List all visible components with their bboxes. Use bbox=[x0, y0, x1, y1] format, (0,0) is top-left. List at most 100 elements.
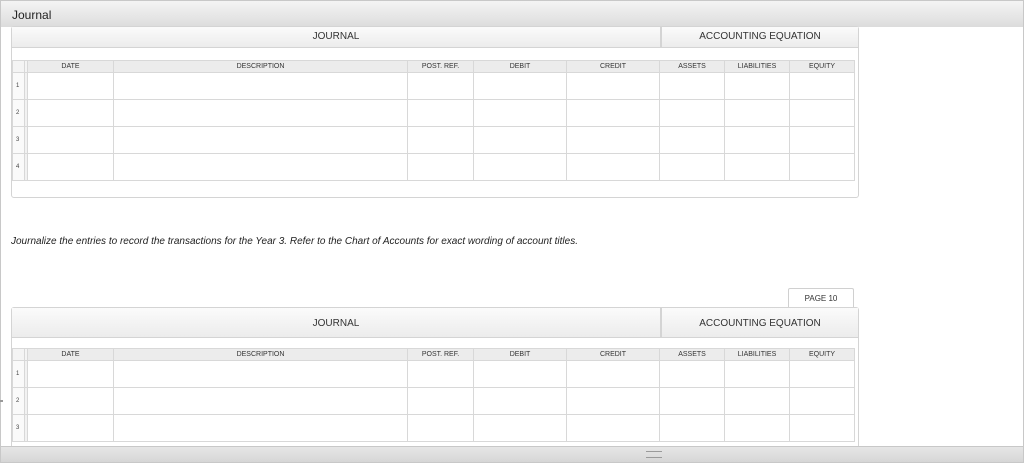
description-cell[interactable] bbox=[113, 387, 408, 415]
row-number: 1 bbox=[12, 360, 25, 388]
date-cell[interactable] bbox=[27, 387, 114, 415]
post-ref-cell[interactable] bbox=[407, 72, 474, 100]
description-cell[interactable] bbox=[113, 414, 408, 442]
row-number: 3 bbox=[12, 126, 25, 154]
window-left-border bbox=[0, 26, 1, 446]
instruction-text: Journalize the entries to record the tra… bbox=[11, 236, 578, 247]
credit-cell[interactable] bbox=[566, 72, 660, 100]
debit-cell[interactable] bbox=[473, 126, 567, 154]
liabilities-cell[interactable] bbox=[724, 360, 790, 388]
date-cell[interactable] bbox=[27, 153, 114, 181]
row-number: 4 bbox=[12, 153, 25, 181]
journal-panel-header: JOURNAL ACCOUNTING EQUATION bbox=[12, 27, 858, 48]
table-header-row: DATE DESCRIPTION POST. REF. DEBIT CREDIT… bbox=[12, 348, 855, 361]
journal-table-2: DATE DESCRIPTION POST. REF. DEBIT CREDIT… bbox=[12, 348, 855, 442]
assets-cell[interactable] bbox=[659, 72, 725, 100]
liabilities-cell[interactable] bbox=[724, 99, 790, 127]
col-header-equity: EQUITY bbox=[789, 60, 855, 73]
description-cell[interactable] bbox=[113, 72, 408, 100]
page-tab[interactable]: PAGE 10 bbox=[788, 288, 854, 308]
liabilities-cell[interactable] bbox=[724, 126, 790, 154]
liabilities-cell[interactable] bbox=[724, 72, 790, 100]
liabilities-cell[interactable] bbox=[724, 153, 790, 181]
date-cell[interactable] bbox=[27, 414, 114, 442]
date-cell[interactable] bbox=[27, 72, 114, 100]
post-ref-cell[interactable] bbox=[407, 126, 474, 154]
col-header-credit: CREDIT bbox=[566, 348, 660, 361]
description-cell[interactable] bbox=[113, 153, 408, 181]
debit-cell[interactable] bbox=[473, 153, 567, 181]
post-ref-cell[interactable] bbox=[407, 99, 474, 127]
description-cell[interactable] bbox=[113, 360, 408, 388]
liabilities-cell[interactable] bbox=[724, 414, 790, 442]
journal-heading: JOURNAL bbox=[312, 318, 360, 329]
resize-grip-icon[interactable] bbox=[646, 451, 662, 458]
journal-panel-1: JOURNAL ACCOUNTING EQUATION DATE DESCRIP… bbox=[11, 26, 859, 198]
row-number: 2 bbox=[12, 387, 25, 415]
debit-cell[interactable] bbox=[473, 360, 567, 388]
assets-cell[interactable] bbox=[659, 153, 725, 181]
equity-cell[interactable] bbox=[789, 153, 855, 181]
assets-cell[interactable] bbox=[659, 99, 725, 127]
col-header-debit: DEBIT bbox=[473, 60, 567, 73]
window-titlebar: Journal bbox=[0, 0, 1024, 27]
credit-cell[interactable] bbox=[566, 153, 660, 181]
description-cell[interactable] bbox=[113, 99, 408, 127]
equity-cell[interactable] bbox=[789, 360, 855, 388]
accounting-equation-heading: ACCOUNTING EQUATION bbox=[699, 31, 821, 42]
journal-table-1: DATE DESCRIPTION POST. REF. DEBIT CREDIT… bbox=[12, 60, 855, 181]
journal-panel-header: JOURNAL ACCOUNTING EQUATION bbox=[12, 308, 858, 338]
equity-cell[interactable] bbox=[789, 126, 855, 154]
date-cell[interactable] bbox=[27, 360, 114, 388]
post-ref-cell[interactable] bbox=[407, 360, 474, 388]
table-row: 3 bbox=[12, 126, 855, 154]
assets-cell[interactable] bbox=[659, 360, 725, 388]
col-header-post-ref: POST. REF. bbox=[407, 60, 474, 73]
assets-cell[interactable] bbox=[659, 414, 725, 442]
col-header-liabilities: LIABILITIES bbox=[724, 60, 790, 73]
credit-cell[interactable] bbox=[566, 360, 660, 388]
assets-cell[interactable] bbox=[659, 387, 725, 415]
credit-cell[interactable] bbox=[566, 414, 660, 442]
table-row: 1 bbox=[12, 360, 855, 388]
debit-cell[interactable] bbox=[473, 387, 567, 415]
assets-cell[interactable] bbox=[659, 126, 725, 154]
col-header-post-ref: POST. REF. bbox=[407, 348, 474, 361]
date-cell[interactable] bbox=[27, 99, 114, 127]
debit-cell[interactable] bbox=[473, 99, 567, 127]
post-ref-cell[interactable] bbox=[407, 387, 474, 415]
bottom-resize-bar[interactable] bbox=[0, 446, 1024, 463]
post-ref-cell[interactable] bbox=[407, 414, 474, 442]
table-row: 2 bbox=[12, 387, 855, 415]
col-header-date: DATE bbox=[27, 60, 114, 73]
col-header-description: DESCRIPTION bbox=[113, 60, 408, 73]
debit-cell[interactable] bbox=[473, 414, 567, 442]
debit-cell[interactable] bbox=[473, 72, 567, 100]
table-row: 1 bbox=[12, 72, 855, 100]
table-header-row: DATE DESCRIPTION POST. REF. DEBIT CREDIT… bbox=[12, 60, 855, 73]
credit-cell[interactable] bbox=[566, 99, 660, 127]
credit-cell[interactable] bbox=[566, 126, 660, 154]
equity-cell[interactable] bbox=[789, 72, 855, 100]
date-cell[interactable] bbox=[27, 126, 114, 154]
equity-cell[interactable] bbox=[789, 99, 855, 127]
liabilities-cell[interactable] bbox=[724, 387, 790, 415]
equity-cell[interactable] bbox=[789, 387, 855, 415]
window-title: Journal bbox=[12, 8, 52, 22]
col-header-description: DESCRIPTION bbox=[113, 348, 408, 361]
col-header-assets: ASSETS bbox=[659, 60, 725, 73]
table-row: 2 bbox=[12, 99, 855, 127]
description-cell[interactable] bbox=[113, 126, 408, 154]
col-header-assets: ASSETS bbox=[659, 348, 725, 361]
table-row: 3 bbox=[12, 414, 855, 442]
equity-cell[interactable] bbox=[789, 414, 855, 442]
post-ref-cell[interactable] bbox=[407, 153, 474, 181]
journal-heading: JOURNAL bbox=[312, 31, 360, 42]
credit-cell[interactable] bbox=[566, 387, 660, 415]
journal-panel-2: JOURNAL ACCOUNTING EQUATION DATE DESCRIP… bbox=[11, 307, 859, 447]
col-header-liabilities: LIABILITIES bbox=[724, 348, 790, 361]
accounting-equation-heading: ACCOUNTING EQUATION bbox=[699, 318, 821, 329]
row-number-header bbox=[12, 60, 25, 73]
row-number: 3 bbox=[12, 414, 25, 442]
col-header-date: DATE bbox=[27, 348, 114, 361]
